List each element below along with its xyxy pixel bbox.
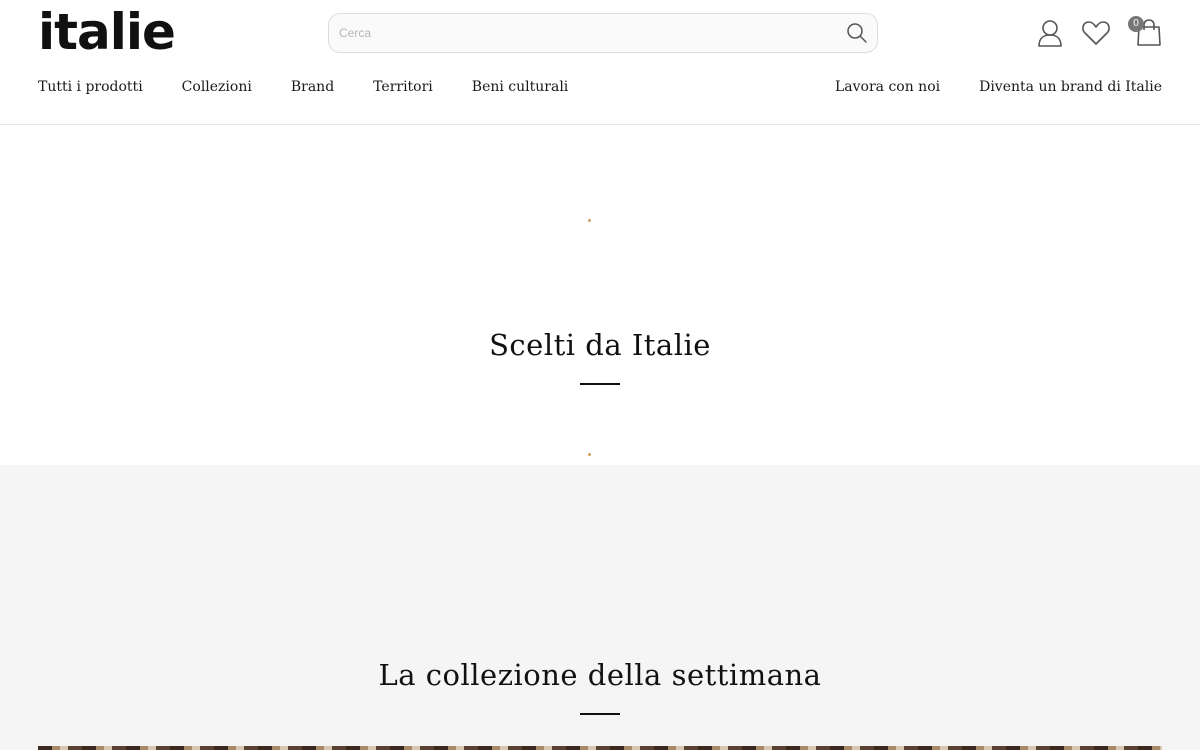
heart-icon[interactable] bbox=[1081, 18, 1111, 48]
loading-dot bbox=[588, 219, 591, 222]
user-icon[interactable] bbox=[1036, 18, 1064, 48]
logo[interactable]: italie bbox=[38, 2, 176, 62]
loading-dot bbox=[588, 453, 591, 456]
cart-count-badge: 0 bbox=[1128, 16, 1144, 32]
nav-item-become-brand[interactable]: Diventa un brand di Italie bbox=[979, 78, 1162, 96]
search-icon[interactable] bbox=[837, 13, 877, 53]
nav-item-brand[interactable]: Brand bbox=[291, 78, 334, 96]
collection-section-title: La collezione della settimana bbox=[378, 658, 822, 692]
nav-item-cultural-heritage[interactable]: Beni culturali bbox=[472, 78, 569, 96]
nav-item-collections[interactable]: Collezioni bbox=[182, 78, 252, 96]
title-divider bbox=[580, 713, 620, 715]
search-input[interactable] bbox=[329, 14, 837, 52]
nav-item-careers[interactable]: Lavora con noi bbox=[835, 78, 940, 96]
collection-section bbox=[0, 465, 1200, 750]
site-header: italie 0 Tutti i prodotti Collezioni Bra… bbox=[0, 0, 1200, 125]
nav-item-territories[interactable]: Territori bbox=[373, 78, 433, 96]
title-divider bbox=[580, 383, 620, 385]
picked-section-title: Scelti da Italie bbox=[489, 328, 711, 362]
main-nav: Tutti i prodotti Collezioni Brand Territ… bbox=[38, 78, 607, 96]
collection-image-strip[interactable] bbox=[38, 746, 1162, 750]
nav-item-all-products[interactable]: Tutti i prodotti bbox=[38, 78, 143, 96]
search-bar bbox=[328, 13, 878, 53]
secondary-nav: Lavora con noi Diventa un brand di Itali… bbox=[796, 78, 1162, 96]
